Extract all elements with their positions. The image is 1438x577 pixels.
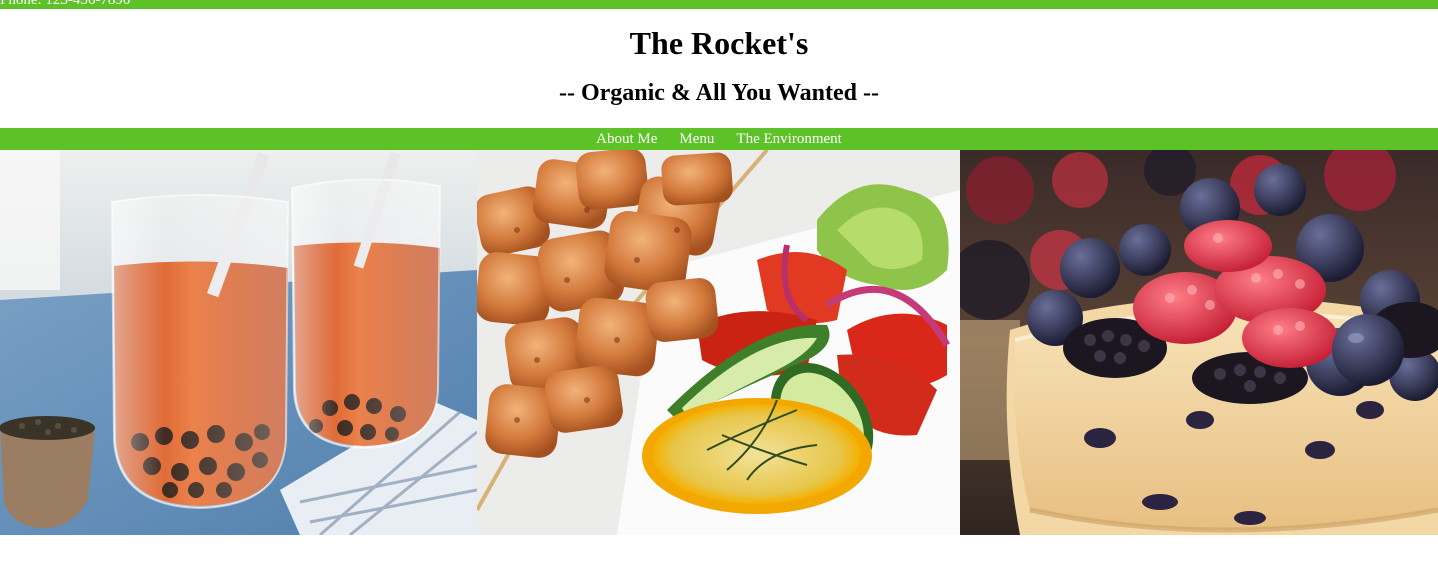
nav-link-menu[interactable]: Menu xyxy=(679,130,714,148)
nav-link-about-me[interactable]: About Me xyxy=(596,130,657,148)
nav-link-the-environment[interactable]: The Environment xyxy=(736,130,841,148)
top-contact-bar: Phone: 123-456-7890 xyxy=(0,0,1438,9)
main-navigation: About Me Menu The Environment xyxy=(0,128,1438,150)
site-tagline: -- Organic & All You Wanted -- xyxy=(558,80,879,106)
chicken-kebab-salad-photo xyxy=(477,150,960,535)
phone-number: Phone: 123-456-7890 xyxy=(0,0,131,8)
bubble-tea-photo xyxy=(0,150,477,535)
photo-gallery xyxy=(0,150,1438,535)
berry-parfait-photo xyxy=(960,150,1438,535)
site-title: The Rocket's xyxy=(629,25,809,61)
